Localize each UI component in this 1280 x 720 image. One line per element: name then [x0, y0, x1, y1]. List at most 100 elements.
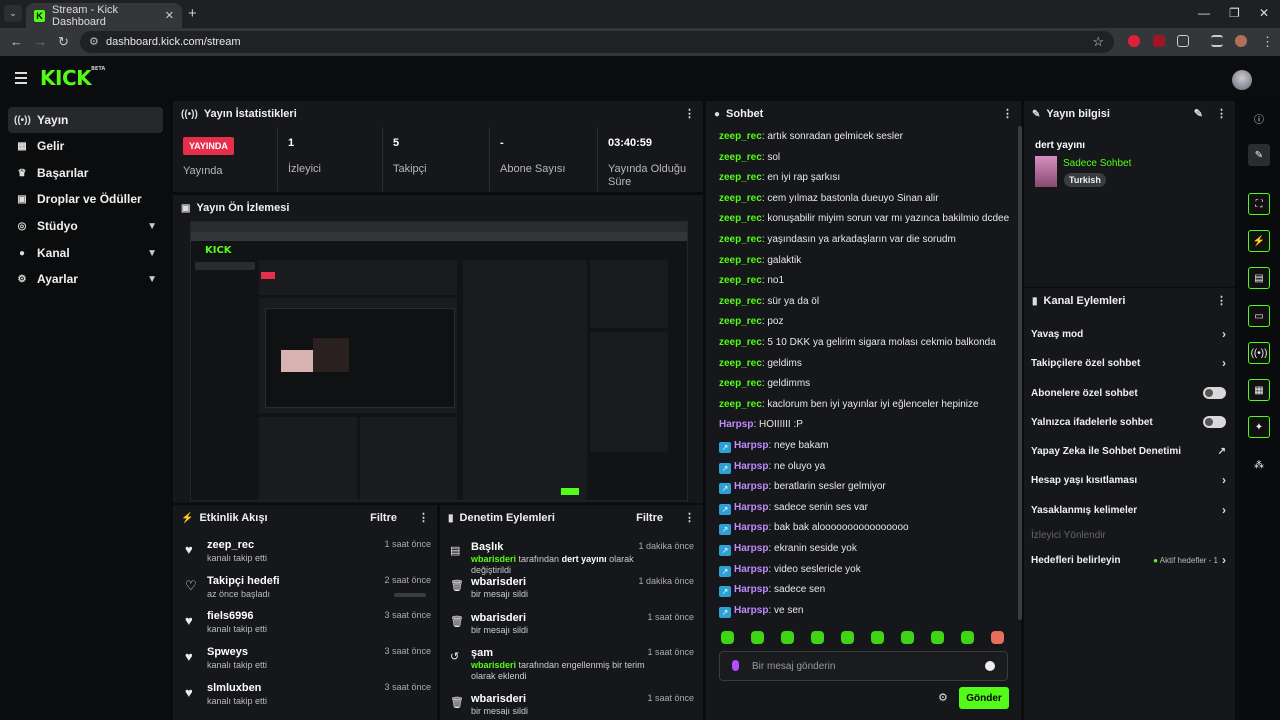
- activity-user[interactable]: zeep_rec: [207, 539, 254, 551]
- info-icon[interactable]: ⓘ: [1248, 107, 1270, 129]
- category-name[interactable]: Sadece Sohbet: [1063, 158, 1131, 169]
- emote-icon[interactable]: [781, 631, 794, 644]
- chat-username[interactable]: Harpsp: [734, 564, 768, 575]
- close-window-icon[interactable]: ✕: [1259, 6, 1269, 20]
- mod-actor[interactable]: wbarisderi: [471, 554, 516, 564]
- mod-title[interactable]: wbarisderi: [471, 693, 526, 705]
- chat-username[interactable]: zeep_rec: [719, 131, 762, 142]
- sidebar-item-ayarlar[interactable]: ⚙ Ayarlar ▼: [8, 266, 163, 292]
- emote-icon[interactable]: [811, 631, 824, 644]
- lightning-icon[interactable]: ⚡: [1248, 230, 1270, 252]
- sidebar-item-kanal[interactable]: ● Kanal ▼: [8, 240, 163, 266]
- mod-title[interactable]: wbarisderi: [471, 576, 526, 588]
- chat-username[interactable]: zeep_rec: [719, 234, 762, 245]
- more-options-icon[interactable]: ⋮: [1216, 107, 1227, 120]
- more-options-icon[interactable]: ⋮: [1216, 294, 1227, 307]
- tab-search-icon[interactable]: ⌄: [4, 5, 22, 22]
- more-options-icon[interactable]: ⋮: [684, 511, 695, 524]
- sidebar-item-yayin[interactable]: ((•)) Yayın: [8, 107, 163, 133]
- address-bar[interactable]: ⚙ dashboard.kick.com/stream ☆: [80, 31, 1114, 53]
- chat-username[interactable]: zeep_rec: [719, 296, 762, 307]
- ai-moderation-row[interactable]: Yapay Zeka ile Sohbet Denetimi ↗: [1031, 441, 1226, 461]
- send-button[interactable]: Gönder: [959, 687, 1009, 709]
- sidebar-item-basarilar[interactable]: ♛ Başarılar: [8, 160, 163, 186]
- site-info-icon[interactable]: ⚙: [89, 35, 99, 48]
- forward-icon[interactable]: →: [34, 34, 47, 49]
- kick-logo[interactable]: KICKBETA: [40, 66, 105, 90]
- category-thumbnail[interactable]: [1035, 156, 1057, 187]
- activity-user[interactable]: fiels6996: [207, 610, 253, 622]
- fullscreen-icon[interactable]: ⛶: [1248, 193, 1270, 215]
- browser-menu-icon[interactable]: ⋮: [1261, 34, 1274, 50]
- emote-icon[interactable]: [901, 631, 914, 644]
- layout-icon[interactable]: ▦: [1248, 379, 1270, 401]
- chat-username[interactable]: Harpsp: [734, 584, 768, 595]
- chat-username[interactable]: zeep_rec: [719, 399, 762, 410]
- broadcast-icon[interactable]: ((•)): [1248, 342, 1270, 364]
- chat-username[interactable]: Harpsp: [719, 419, 753, 430]
- microphone-icon[interactable]: [732, 660, 739, 671]
- chat-input[interactable]: Bir mesaj gönderin: [719, 651, 1008, 681]
- chat-username[interactable]: zeep_rec: [719, 316, 762, 327]
- chat-username[interactable]: Harpsp: [734, 522, 768, 533]
- chat-username[interactable]: Harpsp: [734, 502, 768, 513]
- edit-pencil-icon[interactable]: ✎: [1194, 107, 1203, 120]
- slow-mode-row[interactable]: Yavaş mod ›: [1031, 324, 1226, 344]
- emote-icon[interactable]: [931, 631, 944, 644]
- chat-username[interactable]: Harpsp: [734, 461, 768, 472]
- emote-icon[interactable]: [721, 631, 734, 644]
- activity-user[interactable]: slmluxben: [207, 682, 261, 694]
- mod-title[interactable]: wbarisderi: [471, 612, 526, 624]
- activity-user[interactable]: Spweys: [207, 646, 248, 658]
- more-options-icon[interactable]: ⋮: [1002, 107, 1013, 120]
- emote-only-toggle[interactable]: [1203, 416, 1226, 428]
- chat-username[interactable]: zeep_rec: [719, 378, 762, 389]
- more-options-icon[interactable]: ⋮: [418, 511, 429, 524]
- filter-button[interactable]: Filtre: [370, 512, 397, 524]
- goals-row[interactable]: Hedefleri belirleyin ● Aktif hedefler - 1…: [1031, 550, 1226, 570]
- back-icon[interactable]: ←: [10, 34, 23, 49]
- emoji-icon[interactable]: [985, 661, 995, 671]
- user-avatar[interactable]: [1232, 70, 1252, 90]
- chat-username[interactable]: zeep_rec: [719, 152, 762, 163]
- emote-icon[interactable]: [871, 631, 884, 644]
- emote-icon[interactable]: [961, 631, 974, 644]
- close-tab-icon[interactable]: ✕: [165, 9, 174, 22]
- extensions-puzzle-icon[interactable]: [1177, 35, 1189, 47]
- account-age-row[interactable]: Hesap yaşı kısıtlaması ›: [1031, 470, 1226, 490]
- browser-tab[interactable]: K Stream - Kick Dashboard ✕: [26, 3, 182, 28]
- stream-preview-video[interactable]: KICK: [190, 221, 688, 501]
- chat-settings-icon[interactable]: ⚙: [938, 691, 948, 704]
- chat-username[interactable]: zeep_rec: [719, 337, 762, 348]
- chat-username[interactable]: zeep_rec: [719, 193, 762, 204]
- chat-scrollbar[interactable]: [1018, 126, 1022, 620]
- chat-username[interactable]: zeep_rec: [719, 358, 762, 369]
- subs-only-toggle[interactable]: [1203, 387, 1226, 399]
- mod-actor[interactable]: wbarisderi: [471, 660, 516, 670]
- sidebar-item-droplar[interactable]: ▣ Droplar ve Ödüller: [8, 186, 163, 212]
- chat-icon[interactable]: ▭: [1248, 305, 1270, 327]
- chat-username[interactable]: zeep_rec: [719, 275, 762, 286]
- sidebar-item-gelir[interactable]: ▦ Gelir: [8, 133, 163, 159]
- emote-icon[interactable]: [751, 631, 764, 644]
- bookmark-star-icon[interactable]: ☆: [1092, 34, 1104, 50]
- reload-icon[interactable]: ↻: [58, 34, 69, 50]
- chat-username[interactable]: Harpsp: [734, 440, 768, 451]
- profile-avatar-icon[interactable]: [1235, 35, 1247, 47]
- reading-list-icon[interactable]: [1211, 35, 1223, 47]
- new-tab-button[interactable]: +: [188, 5, 197, 22]
- chat-username[interactable]: zeep_rec: [719, 213, 762, 224]
- emote-icon[interactable]: [991, 631, 1004, 644]
- chat-username[interactable]: Harpsp: [734, 481, 768, 492]
- sidebar-item-studyo[interactable]: ◎ Stüdyo ▼: [8, 213, 163, 239]
- extension-icon[interactable]: [1153, 35, 1165, 47]
- followers-only-row[interactable]: Takipçilere özel sohbet ›: [1031, 353, 1226, 373]
- maximize-icon[interactable]: ❐: [1229, 6, 1240, 20]
- add-widget-icon[interactable]: ⁂: [1248, 454, 1270, 476]
- chat-username[interactable]: Harpsp: [734, 543, 768, 554]
- clipboard-icon[interactable]: ▤: [1248, 267, 1270, 289]
- more-options-icon[interactable]: ⋮: [684, 107, 695, 120]
- filter-button[interactable]: Filtre: [636, 512, 663, 524]
- chat-username[interactable]: zeep_rec: [719, 172, 762, 183]
- edit-layout-icon[interactable]: ✎: [1248, 144, 1270, 166]
